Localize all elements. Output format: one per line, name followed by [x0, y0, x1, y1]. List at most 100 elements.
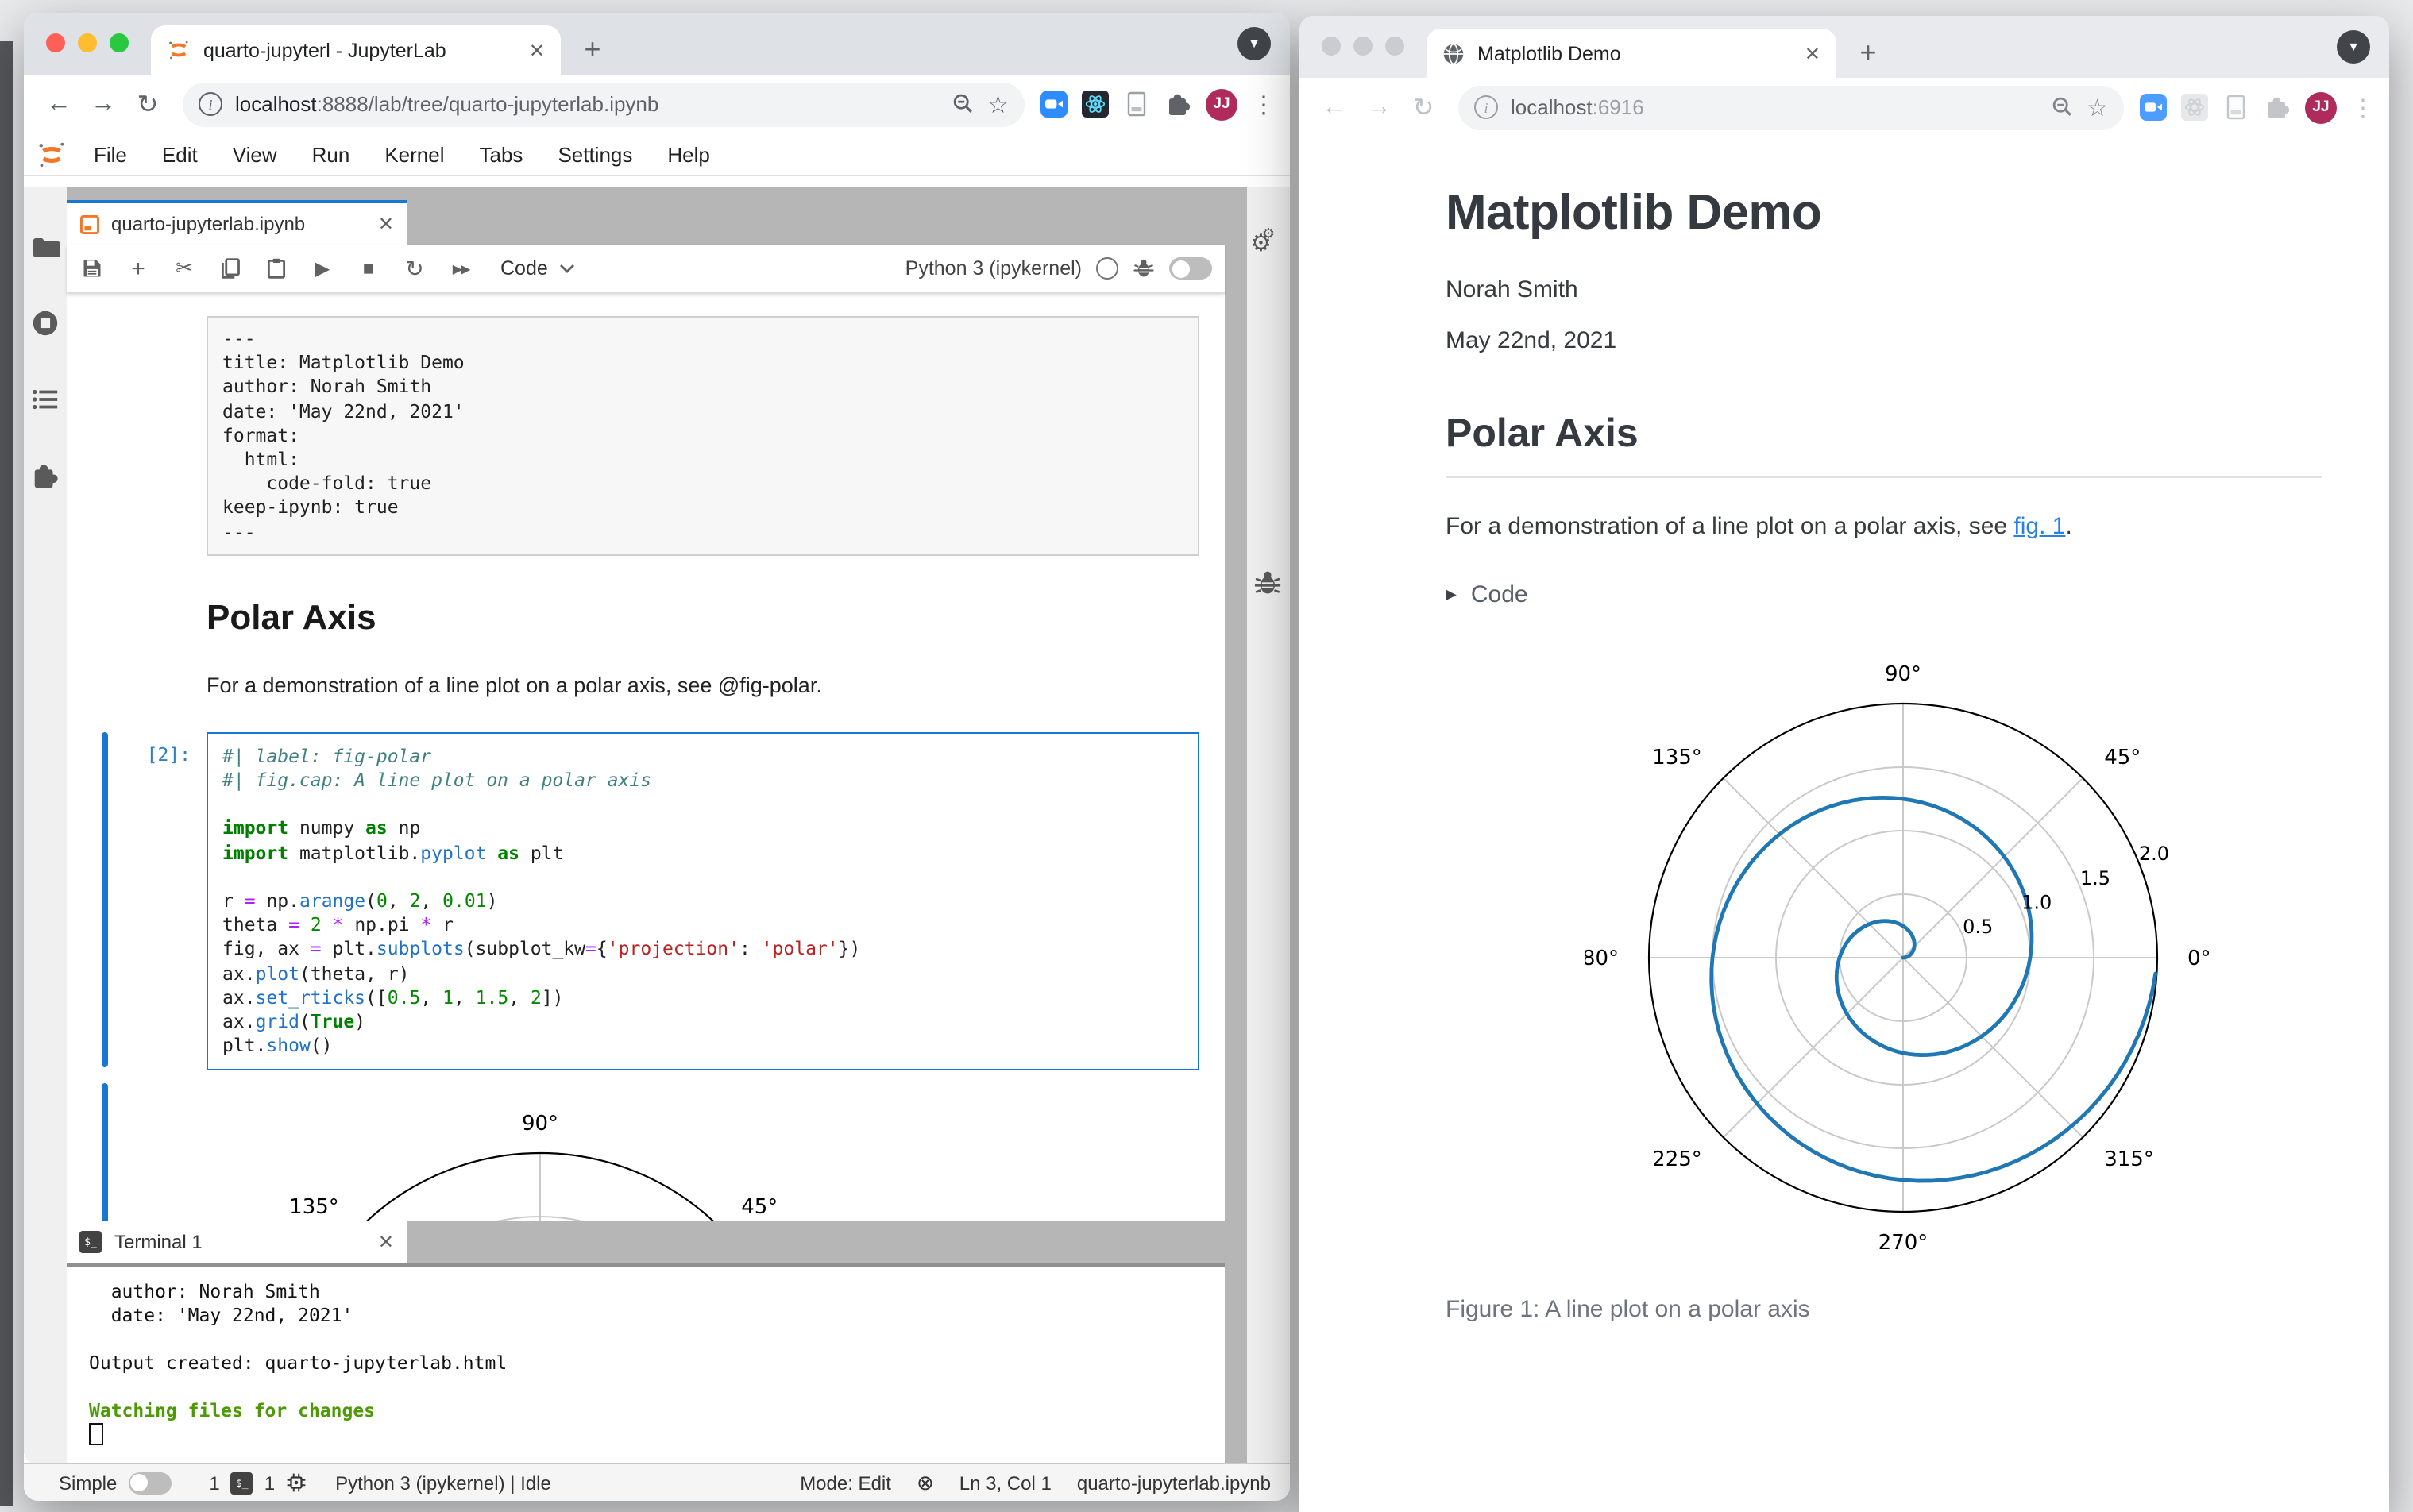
menu-item-file[interactable]: File	[76, 142, 145, 166]
code-fold-toggle[interactable]: ▶ Code	[1446, 581, 2326, 608]
browser-menu-icon[interactable]: ⋮	[1252, 90, 1276, 118]
browser-tab[interactable]: Matplotlib Demo ✕	[1427, 29, 1836, 78]
code-cell[interactable]: [2]: #| label: fig-polar #| fig.cap: A li…	[102, 731, 1199, 1071]
reload-icon[interactable]: ↻	[129, 88, 167, 120]
tab-search-icon[interactable]: ▼	[2337, 30, 2370, 64]
forward-icon[interactable]: →	[1360, 93, 1398, 122]
react-devtools-extension-icon[interactable]	[2181, 94, 2208, 121]
zoom-extension-icon[interactable]	[1040, 91, 1068, 118]
cursor-position[interactable]: Ln 3, Col 1	[959, 1472, 1052, 1494]
raw-cell-editor[interactable]: --- title: Matplotlib Demo author: Norah S…	[207, 316, 1199, 556]
simple-mode-toggle[interactable]	[128, 1472, 172, 1494]
menu-item-settings[interactable]: Settings	[540, 142, 650, 166]
menu-item-tabs[interactable]: Tabs	[462, 142, 541, 166]
menu-item-edit[interactable]: Edit	[145, 142, 215, 166]
close-window-button[interactable]	[1322, 37, 1341, 56]
close-terminal-tab-icon[interactable]: ✕	[378, 1231, 394, 1253]
address-bar[interactable]: i localhost:8888/lab/tree/quarto-jupyter…	[183, 82, 1025, 126]
zoom-window-button[interactable]	[110, 33, 129, 52]
interrupt-kernel-icon[interactable]: ■	[356, 257, 381, 280]
tab-search-icon[interactable]: ▼	[1237, 27, 1271, 60]
terminal-tab[interactable]: $_ Terminal 1 ✕	[67, 1221, 407, 1263]
extensions-puzzle-icon[interactable]	[1164, 91, 1191, 118]
restart-kernel-icon[interactable]: ↻	[402, 255, 427, 282]
menu-item-view[interactable]: View	[215, 142, 295, 166]
kernel-name-button[interactable]: Python 3 (ipykernel)	[905, 257, 1082, 280]
save-icon[interactable]	[79, 257, 105, 280]
new-tab-button[interactable]: +	[570, 27, 615, 71]
terminals-icon[interactable]: $_	[230, 1472, 253, 1494]
quarto-document: Matplotlib Demo Norah Smith May 22nd, 20…	[1299, 137, 2389, 1323]
terminal-output[interactable]: author: Norah Smith date: 'May 22nd, 202…	[67, 1267, 1225, 1464]
page-info-icon[interactable]: i	[1474, 95, 1498, 119]
menu-item-kernel[interactable]: Kernel	[367, 142, 461, 166]
react-devtools-extension-icon[interactable]	[1082, 91, 1109, 118]
code-line: ax.plot(theta, r)	[222, 962, 410, 985]
property-inspector-icon[interactable]: ⚙⚙	[1250, 226, 1284, 257]
browser-tab[interactable]: quarto-jupyterl - JupyterLab ✕	[151, 25, 561, 75]
zoom-extension-icon[interactable]	[2140, 94, 2167, 121]
running-sessions-icon[interactable]	[30, 308, 60, 338]
bookmark-star-icon[interactable]: ☆	[987, 90, 1009, 118]
reload-icon[interactable]: ↻	[1404, 91, 1442, 123]
debugger-icon[interactable]	[1253, 569, 1282, 597]
window-controls[interactable]	[46, 33, 129, 52]
document-extension-icon[interactable]	[2222, 94, 2249, 121]
code-cell-editor[interactable]: #| label: fig-polar #| fig.cap: A line pl…	[207, 731, 1199, 1071]
profile-avatar[interactable]: JJ	[2305, 91, 2337, 123]
close-tab-icon[interactable]: ✕	[1805, 42, 1820, 64]
zoom-out-icon[interactable]	[951, 92, 975, 116]
notebook-tab[interactable]: quarto-jupyterlab.ipynb ✕	[67, 200, 407, 245]
mode-indicator[interactable]: Mode: Edit	[800, 1472, 891, 1494]
document-extension-icon[interactable]	[1123, 91, 1150, 118]
code-line: fig, ax = plt.subplots(subplot_kw={'proj…	[222, 937, 861, 960]
cut-cells-icon[interactable]: ✂	[172, 256, 197, 281]
minimize-window-button[interactable]	[1353, 37, 1373, 56]
output-collapser[interactable]	[102, 1083, 108, 1221]
new-tab-button[interactable]: +	[1846, 30, 1890, 75]
file-browser-icon[interactable]	[30, 232, 60, 262]
bookmark-star-icon[interactable]: ☆	[2087, 93, 2108, 122]
raw-cell[interactable]: --- title: Matplotlib Demo author: Norah S…	[207, 316, 1199, 556]
bug-toggle-icon[interactable]	[1133, 257, 1155, 280]
kernel-status-text[interactable]: Python 3 (ipykernel) | Idle	[335, 1472, 551, 1494]
kernel-chip-icon[interactable]	[286, 1472, 307, 1493]
cell-collapser[interactable]	[102, 731, 108, 1068]
browser-tab-strip: quarto-jupyterl - JupyterLab ✕ + ▼	[24, 13, 1290, 75]
trust-shield-icon[interactable]: ⊗	[917, 1470, 934, 1495]
restart-run-all-icon[interactable]: ▶▶	[448, 261, 473, 276]
zoom-out-icon[interactable]	[2050, 95, 2074, 119]
close-notebook-tab-icon[interactable]: ✕	[378, 213, 394, 235]
forward-icon[interactable]: →	[84, 90, 122, 118]
paste-cells-icon[interactable]	[264, 257, 289, 280]
window-controls[interactable]	[1322, 37, 1404, 56]
zoom-window-button[interactable]	[1385, 37, 1404, 56]
back-icon[interactable]: ←	[40, 90, 78, 118]
extension-manager-icon[interactable]	[30, 461, 60, 491]
back-icon[interactable]: ←	[1315, 93, 1353, 122]
minimize-window-button[interactable]	[78, 33, 97, 52]
address-bar[interactable]: i localhost:6916 ☆	[1458, 85, 2124, 129]
figure-link[interactable]: fig. 1	[2013, 513, 2065, 540]
page-info-icon[interactable]: i	[199, 92, 222, 116]
notebook-content[interactable]: --- title: Matplotlib Demo author: Norah S…	[67, 294, 1225, 1221]
code-line: ax.set_rticks([0.5, 1, 1.5, 2])	[222, 986, 564, 1009]
browser-menu-icon[interactable]: ⋮	[2351, 93, 2375, 122]
table-of-contents-icon[interactable]	[30, 384, 60, 415]
copy-cells-icon[interactable]	[218, 257, 243, 280]
chevron-down-icon	[559, 264, 574, 273]
left-activity-bar	[24, 187, 67, 1464]
close-tab-icon[interactable]: ✕	[529, 39, 545, 61]
toolbar-toggle[interactable]	[1169, 257, 1212, 280]
output-cell[interactable]: 0°45°90°135°180°225°270°315°0.51.01.52.0	[102, 1083, 1199, 1221]
cell-type-select[interactable]: Code	[500, 257, 575, 280]
run-cell-icon[interactable]: ▶	[310, 257, 335, 280]
menu-item-run[interactable]: Run	[295, 142, 368, 166]
profile-avatar[interactable]: JJ	[1206, 88, 1237, 120]
close-window-button[interactable]	[46, 33, 65, 52]
menu-item-help[interactable]: Help	[650, 142, 728, 166]
jupyter-logo-icon	[39, 141, 64, 167]
add-cell-icon[interactable]: +	[125, 255, 151, 282]
extensions-puzzle-icon[interactable]	[2264, 94, 2291, 121]
kernel-status-icon[interactable]	[1096, 257, 1118, 280]
